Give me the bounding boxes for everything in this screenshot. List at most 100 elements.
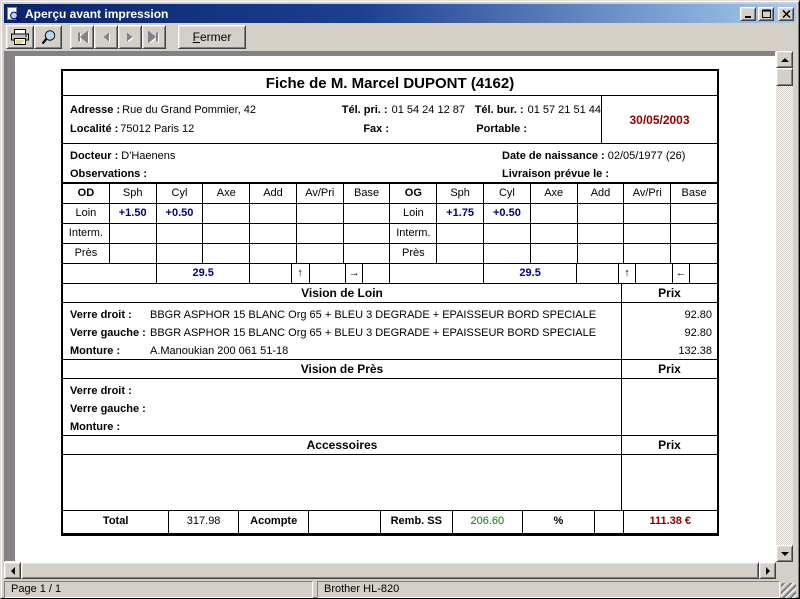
horizontal-scroll-thumb[interactable] — [21, 562, 759, 579]
docteur-label: Docteur : — [70, 150, 118, 162]
grid-cell — [690, 264, 717, 283]
first-page-button[interactable] — [70, 25, 94, 49]
verre-droit-price: 92.80 — [622, 306, 712, 324]
grid-cell — [250, 244, 297, 263]
previous-page-button[interactable] — [94, 25, 118, 49]
verre-droit-value: BBGR ASPHOR 15 BLANC Org 65 + BLEU 3 DEG… — [150, 306, 596, 324]
grid-row-measures: 29.5 ↑ → 29.5 ↑ ← — [63, 264, 717, 284]
grid-row-pres: Près Près — [63, 244, 717, 264]
col-cyl: Cyl — [157, 184, 204, 203]
zoom-button[interactable] — [34, 25, 62, 49]
scroll-up-button[interactable] — [776, 51, 793, 68]
col-axe: Axe — [203, 184, 250, 203]
vertical-scrollbar[interactable] — [776, 51, 793, 562]
grid-cell — [203, 224, 250, 243]
col-og: OG — [390, 184, 437, 203]
grid-cell — [250, 204, 297, 223]
window-title: Aperçu avant impression — [25, 7, 738, 21]
tel-pri-value: 01 54 24 12 87 — [392, 101, 465, 120]
horizontal-scrollbar[interactable] — [4, 562, 776, 579]
accessoires-title: Accessoires — [63, 436, 621, 454]
grid-cell — [157, 224, 204, 243]
previous-page-icon — [99, 31, 113, 43]
accessoires-header: Accessoires Prix — [63, 436, 717, 455]
totals-row: Total 317.98 Acompte Remb. SS 206.60 % 1… — [63, 511, 717, 533]
resize-grip-icon[interactable] — [781, 583, 796, 598]
fermer-close-preview-button[interactable]: Fermer — [178, 25, 246, 49]
grid-cell — [203, 244, 250, 263]
scroll-left-button[interactable] — [4, 562, 21, 579]
col-od: OD — [63, 184, 110, 203]
scroll-up-icon — [781, 54, 789, 62]
row-label-pres: Près — [63, 244, 110, 263]
grid-cell — [344, 224, 391, 243]
maximize-button[interactable] — [758, 7, 774, 21]
og-loin-cyl-value: +0.50 — [484, 204, 531, 223]
doctor-block: Docteur :D'Haenens Observations : — [70, 147, 175, 182]
grid-cell — [250, 224, 297, 243]
magnifier-icon — [40, 29, 57, 46]
pd-od-value: 29.5 — [157, 264, 249, 283]
row-label-interm: Interm. — [63, 224, 110, 243]
percent-label: % — [523, 511, 595, 533]
grid-cell — [63, 264, 157, 283]
phone-block-1: Tél. pri. :01 54 24 12 87 Fax : — [333, 96, 465, 143]
fax-label: Fax : — [333, 120, 389, 139]
record-date: 30/05/2003 — [601, 96, 717, 143]
grid-cell — [577, 264, 619, 283]
row-label-loin: Loin — [63, 204, 110, 223]
fermer-label: Fermer — [193, 30, 232, 44]
col-axe-og: Axe — [531, 184, 578, 203]
minimize-button[interactable] — [740, 7, 756, 21]
grid-cell — [624, 224, 671, 243]
last-page-icon — [147, 31, 161, 43]
last-page-button[interactable] — [142, 25, 166, 49]
adresse-value: Rue du Grand Pommier, 42 — [122, 101, 256, 120]
percent-value — [595, 511, 624, 533]
scroll-down-button[interactable] — [776, 545, 793, 562]
tel-bur-value: 01 57 21 51 44 — [528, 101, 601, 120]
verre-gauche-label: Verre gauche : — [70, 324, 150, 342]
verre-gauche-value: BBGR ASPHOR 15 BLANC Org 65 + BLEU 3 DEG… — [150, 324, 596, 342]
scroll-left-icon — [7, 567, 15, 575]
col-base: Base — [344, 184, 391, 203]
scroll-right-button[interactable] — [759, 562, 776, 579]
birth-block: Date de naissance :02/05/1977 (26) Livra… — [502, 147, 710, 182]
scroll-down-icon — [781, 552, 789, 560]
prix-column-header: Prix — [621, 436, 717, 454]
vision-pres-body: Verre droit : Verre gauche : Monture : — [63, 379, 717, 436]
livraison-label: Livraison prévue le : — [502, 168, 609, 180]
scroll-right-icon — [766, 567, 774, 575]
prism-left-arrow-icon: ← — [673, 264, 690, 283]
window-controls — [738, 7, 794, 21]
adresse-label: Adresse : — [70, 101, 120, 120]
preview-pane: Fiche de M. Marcel DUPONT (4162) Adresse… — [4, 51, 776, 562]
prix-column-header: Prix — [621, 284, 717, 302]
document-page: Fiche de M. Marcel DUPONT (4162) Adresse… — [15, 56, 775, 561]
monture-label: Monture : — [70, 418, 150, 436]
grid-cell — [437, 224, 484, 243]
total-value: 317.98 — [169, 511, 239, 533]
grid-cell — [310, 264, 347, 283]
form-title: Fiche de M. Marcel DUPONT (4162) — [63, 71, 717, 96]
next-page-button[interactable] — [118, 25, 142, 49]
prism-up-arrow-icon: ↑ — [619, 264, 637, 283]
vision-loin-prices: 92.80 92.80 132.38 — [621, 303, 717, 359]
remb-ss-value: 206.60 — [453, 511, 524, 533]
print-button[interactable] — [6, 25, 34, 49]
verre-droit-price — [622, 382, 712, 400]
close-button[interactable] — [778, 7, 794, 21]
verre-gauche-price — [622, 400, 712, 418]
close-icon — [782, 10, 791, 18]
title-bar: Aperçu avant impression — [4, 4, 796, 23]
grid-cell — [484, 244, 531, 263]
acompte-label: Acompte — [239, 511, 310, 533]
vision-loin-title: Vision de Loin — [63, 284, 621, 302]
vertical-scroll-thumb[interactable] — [776, 68, 793, 86]
grid-cell — [203, 204, 250, 223]
grid-cell — [671, 244, 717, 263]
pd-og-value: 29.5 — [484, 264, 576, 283]
vision-loin-header: Vision de Loin Prix — [63, 284, 717, 303]
vision-pres-title: Vision de Près — [63, 360, 621, 378]
page-indicator: Page 1 / 1 — [4, 581, 313, 598]
